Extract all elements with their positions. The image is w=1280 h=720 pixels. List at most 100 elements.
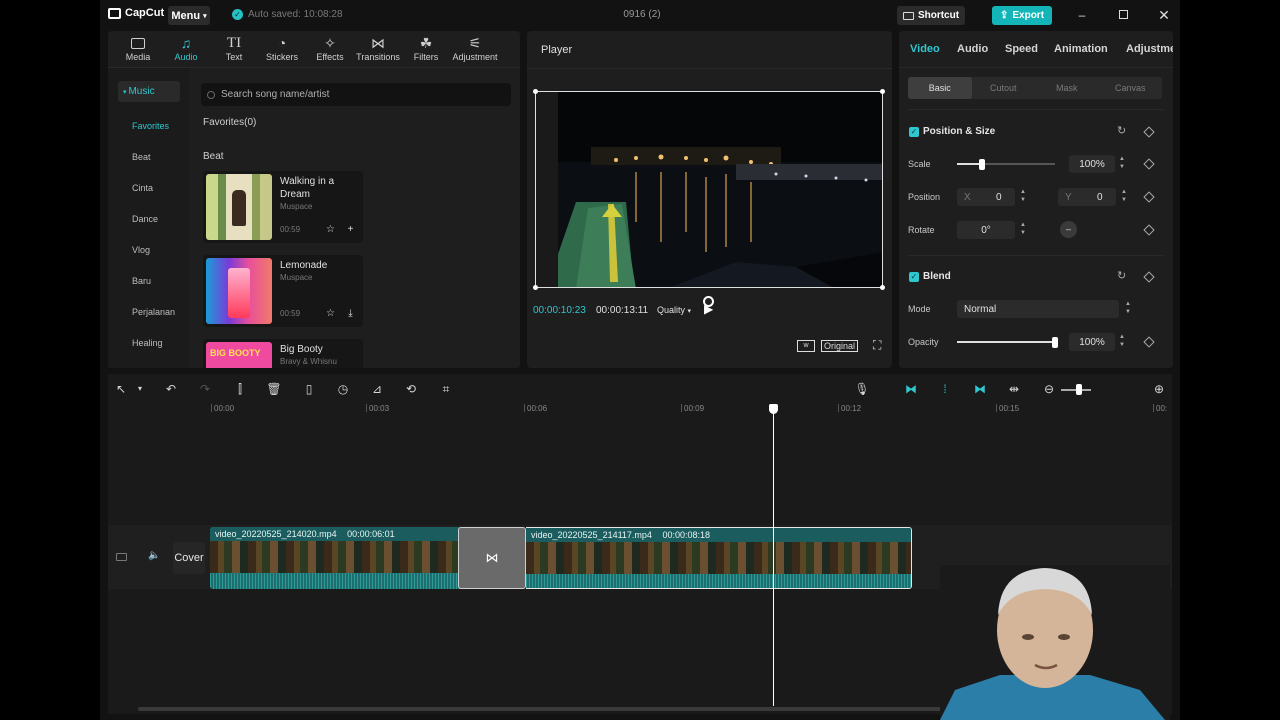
cover-button[interactable]: Cover [173,542,205,574]
stepper-icon[interactable]: ▲ ▼ [1117,333,1127,351]
subtab-mask[interactable]: Mask [1035,77,1099,99]
freeze-frame-icon[interactable]: ▯ [301,381,317,397]
tab-animation[interactable]: Animation [1054,43,1108,55]
select-cursor-icon[interactable]: ↖ [113,381,129,397]
keyframe-icon[interactable] [1143,191,1155,203]
category-baru[interactable]: Baru [132,276,151,286]
music-category-header[interactable]: ▾ Music [118,81,180,102]
export-button[interactable]: ⇪ Export [992,6,1052,25]
keyframe-icon[interactable] [1143,271,1155,283]
keyframe-icon[interactable] [1143,126,1155,138]
song-card[interactable]: Lemonade Muspace 00:59 ☆ ⤓ [203,255,363,327]
zoom-out-icon[interactable]: ⊖ [1041,381,1057,397]
quality-dropdown[interactable]: Quality ▾ [657,305,691,315]
tab-media[interactable]: Media [114,31,162,67]
resize-handle[interactable] [880,285,885,290]
tab-effects[interactable]: ✧ Effects [306,31,354,67]
position-size-checkbox[interactable]: ✓ [909,127,919,137]
linkage-icon[interactable]: ⧓ [972,381,988,397]
scale-slider-knob[interactable] [978,159,985,170]
speaker-icon[interactable]: 🔈 [148,550,160,561]
tab-audio-props[interactable]: Audio [957,43,988,55]
chevron-down-icon[interactable]: ▾ [132,381,148,397]
favorite-star-icon[interactable]: ☆ [324,223,337,236]
position-y-field[interactable]: Y 0 [1058,188,1116,206]
category-cinta[interactable]: Cinta [132,183,153,193]
fullscreen-icon[interactable]: ⛶ [873,338,881,353]
transition-block[interactable]: ⋈ [458,527,526,589]
download-icon[interactable]: ⤓ [344,307,357,320]
reset-icon[interactable]: ↻ [1117,269,1126,282]
split-icon[interactable]: ⫿ [232,381,248,397]
video-preview[interactable] [535,91,883,288]
opacity-field[interactable]: 100% [1069,333,1115,351]
category-beat[interactable]: Beat [132,152,151,162]
tab-adjustment[interactable]: ⚟ Adjustment [450,31,500,67]
song-card[interactable]: BIG BOOTY Big Booty Bravy & Whisnu [203,339,363,368]
reset-icon[interactable]: ↻ [1117,124,1126,137]
keyframe-icon[interactable] [1143,336,1155,348]
resize-handle[interactable] [533,89,538,94]
opacity-slider-knob[interactable] [1052,337,1058,348]
reverse-icon[interactable]: ◷ [335,381,351,397]
resize-handle[interactable] [880,89,885,94]
add-icon[interactable]: + [344,223,357,236]
subtab-basic[interactable]: Basic [908,77,972,99]
position-x-field[interactable]: X 0 [957,188,1015,206]
category-vlog[interactable]: Vlog [132,245,150,255]
rotate-dial[interactable]: – [1060,221,1077,238]
zoom-slider-knob[interactable] [1076,384,1082,395]
close-icon[interactable]: ✕ [1154,6,1174,24]
playhead[interactable] [773,408,774,706]
shortcut-button[interactable]: Shortcut [897,6,965,25]
rotate-field[interactable]: 0° [957,221,1015,239]
track-lock-icon[interactable] [116,553,127,561]
ratio-original-button[interactable]: Original [821,340,859,352]
scale-field[interactable]: 100% [1069,155,1115,173]
favorite-star-icon[interactable]: ☆ [324,307,337,320]
preview-axis-icon[interactable]: ⇹ [1006,381,1022,397]
mode-select[interactable]: Normal [957,300,1119,318]
maximize-icon[interactable] [1113,6,1133,24]
stepper-icon[interactable]: ▲ ▼ [1117,155,1127,173]
crop-icon[interactable]: ⌗ [438,381,454,397]
redo-icon[interactable]: ↷ [197,381,213,397]
category-perjalanan[interactable]: Perjalanan [132,307,175,317]
tab-filters[interactable]: ☘ Filters [402,31,450,67]
mirror-icon[interactable]: ⊿ [369,381,385,397]
keyframe-icon[interactable] [1143,224,1155,236]
subtab-canvas[interactable]: Canvas [1099,77,1163,99]
song-card[interactable]: Walking in a Dream Muspace 00:59 ☆ + [203,171,363,243]
rotate-icon[interactable]: ⟲ [403,381,419,397]
stepper-icon[interactable]: ▲ ▼ [1018,188,1028,206]
video-clip[interactable]: video_20220525_214020.mp4 00:00:06:01 [210,527,460,589]
tab-transitions[interactable]: ⋈ Transitions [354,31,402,67]
subtab-cutout[interactable]: Cutout [972,77,1036,99]
timeline-scrollbar[interactable] [138,707,988,711]
tab-speed[interactable]: Speed [1005,43,1038,55]
play-icon[interactable]: ▶ [704,302,713,316]
stepper-icon[interactable]: ▲ ▼ [1018,221,1028,239]
video-clip-selected[interactable]: video_20220525_214117.mp4 00:00:08:18 [526,527,912,589]
undo-icon[interactable]: ↶ [163,381,179,397]
menu-button[interactable]: Menu ▾ [168,6,210,25]
tab-text[interactable]: TI Text [210,31,258,67]
category-healing[interactable]: Healing [132,338,163,348]
stepper-icon[interactable]: ▲ ▼ [1123,300,1133,318]
search-input[interactable]: Search song name/artist [201,83,511,106]
magnet-link-icon[interactable]: ⧓ [903,381,919,397]
keyframe-icon[interactable] [1143,158,1155,170]
waveform-toggle-icon[interactable]: w [797,340,815,352]
minimize-icon[interactable]: – [1072,6,1092,24]
category-dance[interactable]: Dance [132,214,158,224]
tab-stickers[interactable]: ◔ Stickers [258,31,306,67]
blend-checkbox[interactable]: ✓ [909,272,919,282]
snap-icon[interactable]: ⁞ [937,381,953,397]
resize-handle[interactable] [533,285,538,290]
zoom-in-icon[interactable]: ⊕ [1151,381,1167,397]
category-favorites[interactable]: Favorites [132,121,169,131]
delete-icon[interactable]: 🗑 [266,381,282,397]
tab-adjustment-props[interactable]: Adjustme [1126,43,1173,55]
tab-audio[interactable]: ♫ Audio [162,31,210,67]
stepper-icon[interactable]: ▲ ▼ [1119,188,1129,206]
